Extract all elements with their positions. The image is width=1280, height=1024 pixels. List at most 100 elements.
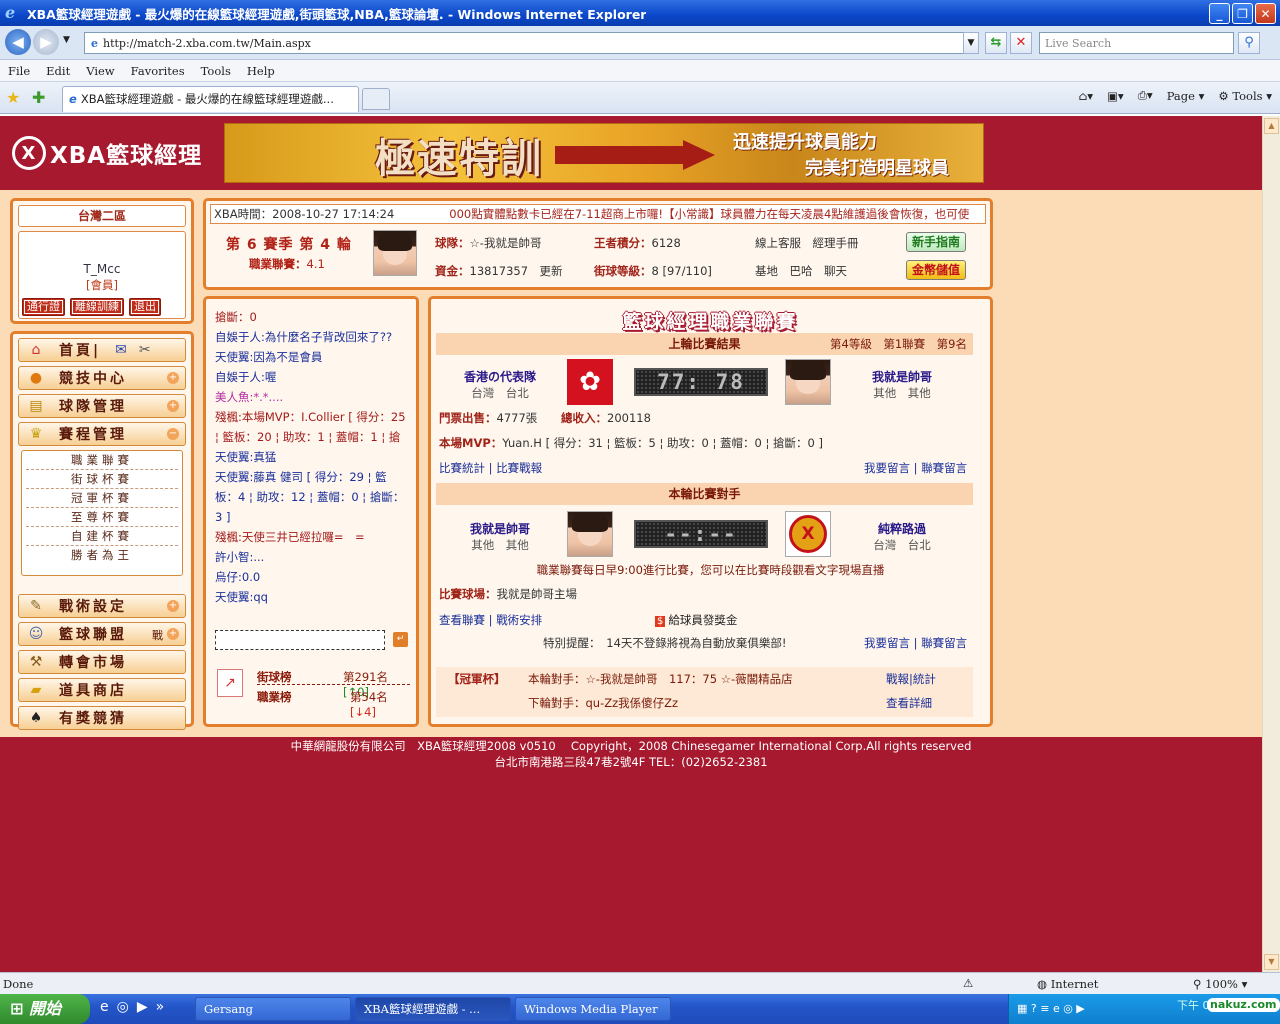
scroll-up-icon[interactable]: ▲ bbox=[1264, 118, 1279, 134]
tools-menu[interactable]: ⚙ Tools ▾ bbox=[1218, 89, 1272, 103]
menu-tools[interactable]: Tools bbox=[193, 64, 239, 78]
home-team-name[interactable]: 香港の代表隊 bbox=[445, 368, 555, 385]
news-marquee[interactable]: 000點實體點數卡已經在7-11超商上市囉!【小常識】球員體力在每天凌晨4點維護… bbox=[449, 207, 969, 221]
minimize-button[interactable]: _ bbox=[1209, 3, 1230, 24]
tray-icons[interactable]: ▦ ? ≡ e ◎ ▶ bbox=[1017, 994, 1085, 1024]
submenu-street-cup[interactable]: 街球杯賽 bbox=[26, 470, 178, 489]
site-logo[interactable]: X XBA籃球經理 bbox=[12, 136, 207, 170]
feeds-icon[interactable]: ▣▾ bbox=[1107, 89, 1124, 103]
taskbar-item-gersang[interactable]: Gersang bbox=[195, 997, 351, 1021]
update-link[interactable]: 更新 bbox=[540, 264, 563, 278]
match-report-link[interactable]: 比賽戰報 bbox=[496, 461, 542, 475]
bahamut-link[interactable]: 巴哈 bbox=[790, 264, 813, 278]
favorites-star-icon[interactable]: ★ bbox=[6, 88, 20, 107]
opponent-logo: X bbox=[785, 511, 831, 557]
menu-help[interactable]: Help bbox=[239, 64, 283, 78]
quicklaunch-icon-2[interactable]: ◎ bbox=[117, 999, 129, 1015]
protected-mode-icon[interactable]: ⚠ bbox=[963, 976, 973, 990]
scroll-down-icon[interactable]: ▼ bbox=[1264, 954, 1279, 970]
chat-input[interactable] bbox=[215, 630, 385, 650]
submenu-champion-cup[interactable]: 冠軍杯賽 bbox=[26, 489, 178, 508]
nav-alliance[interactable]: ☺ 籃球聯盟戰 + bbox=[18, 622, 186, 646]
chat-message: 天使翼:因為不是會員 bbox=[215, 350, 323, 364]
leave-message-link-2[interactable]: 我要留言 bbox=[864, 636, 910, 650]
chat-link[interactable]: 聊天 bbox=[824, 264, 847, 278]
league-message-link[interactable]: 聯賽留言 bbox=[921, 461, 967, 475]
address-dropdown-icon[interactable]: ▼ bbox=[963, 32, 979, 54]
cs-link[interactable]: 線上客服 bbox=[755, 236, 801, 250]
cup-detail-link[interactable]: 查看詳細 bbox=[886, 695, 932, 711]
logout-button[interactable]: 退出 bbox=[129, 298, 161, 316]
next-home-team-name[interactable]: 我就是帥哥 bbox=[445, 520, 555, 537]
search-input[interactable]: Live Search bbox=[1039, 32, 1234, 54]
start-button[interactable]: ⊞ 開始 bbox=[0, 994, 90, 1024]
ticket-sales: 門票出售：4777張 bbox=[439, 411, 538, 425]
home-icon[interactable]: ⌂▾ bbox=[1079, 89, 1094, 103]
vertical-scrollbar[interactable]: ▲ ▼ bbox=[1262, 116, 1280, 972]
maximize-button[interactable]: ❐ bbox=[1232, 3, 1253, 24]
gold-topup-button[interactable]: 金幣儲值 bbox=[906, 260, 966, 280]
submenu-custom-cup[interactable]: 自建杯賽 bbox=[26, 527, 178, 546]
media-quicklaunch-icon[interactable]: ▶ bbox=[137, 999, 148, 1015]
base-link[interactable]: 基地 bbox=[755, 264, 778, 278]
menu-view[interactable]: View bbox=[78, 64, 122, 78]
stop-icon[interactable]: ✕ bbox=[1010, 32, 1032, 54]
nav-transfer[interactable]: ⚒ 轉會市場 bbox=[18, 650, 186, 674]
street-rank-label[interactable]: 街球榜 bbox=[257, 669, 292, 685]
league-message-link-2[interactable]: 聯賽留言 bbox=[921, 636, 967, 650]
offline-training-button[interactable]: 離線訓練 bbox=[70, 298, 124, 316]
nav-home[interactable]: ⌂ 首頁| ✉ ✂ bbox=[18, 338, 186, 362]
cup-links: 戰報|統計 bbox=[886, 672, 936, 686]
address-field[interactable]: e http://match-2.xba.com.tw/Main.aspx bbox=[84, 32, 979, 54]
search-icon[interactable]: ⚲ bbox=[1238, 32, 1260, 54]
back-button[interactable]: ◀ bbox=[5, 29, 31, 55]
bonus-link[interactable]: $ 給球員發獎金 bbox=[655, 612, 737, 628]
next-away-team-name[interactable]: 純粹路過 bbox=[847, 520, 957, 537]
page-menu[interactable]: Page ▾ bbox=[1167, 89, 1205, 103]
history-dropdown-icon[interactable]: ▼ bbox=[63, 35, 70, 45]
promo-banner[interactable]: 極速特訓 迅速提升球員能力 完美打造明星球員 bbox=[224, 123, 984, 183]
close-button[interactable]: ✕ bbox=[1255, 3, 1276, 24]
nav-tactics[interactable]: ✎ 戰術設定 + bbox=[18, 594, 186, 618]
leave-message-link[interactable]: 我要留言 bbox=[864, 461, 910, 475]
menu-edit[interactable]: Edit bbox=[38, 64, 78, 78]
tactic-link[interactable]: 戰術安排 bbox=[496, 613, 542, 627]
nav-arena[interactable]: ● 競技中心 + bbox=[18, 366, 186, 390]
submenu-supreme-cup[interactable]: 至尊杯賽 bbox=[26, 508, 178, 527]
submenu-winner[interactable]: 勝者為王 bbox=[26, 546, 178, 565]
browser-tab[interactable]: e XBA籃球經理遊戲 - 最火爆的在線籃球經理遊戲... bbox=[62, 86, 359, 112]
print-icon[interactable]: ⎙▾ bbox=[1138, 88, 1153, 103]
nav-schedule[interactable]: ♛ 賽程管理 − bbox=[18, 422, 186, 446]
cup-report-link[interactable]: 戰報 bbox=[886, 672, 909, 686]
pro-rank-label[interactable]: 職業榜 bbox=[257, 689, 292, 705]
menu-favorites[interactable]: Favorites bbox=[123, 64, 193, 78]
nav-quiz[interactable]: ♠ 有獎競猜 bbox=[18, 706, 186, 730]
username[interactable]: T_Mcc bbox=[19, 262, 185, 276]
refresh-icon[interactable]: ⇆ bbox=[985, 32, 1007, 54]
ie-quicklaunch-icon[interactable]: e bbox=[100, 999, 109, 1015]
away-team-name[interactable]: 我就是帥哥 bbox=[847, 368, 957, 385]
quicklaunch-expand-icon[interactable]: » bbox=[156, 999, 165, 1015]
taskbar-item-ie[interactable]: XBA籃球經理遊戲 - ... bbox=[355, 997, 511, 1021]
tools-cross-icon[interactable]: ✂ bbox=[139, 342, 151, 358]
mail-icon[interactable]: ✉ bbox=[115, 342, 127, 358]
nav-team[interactable]: ▤ 球隊管理 + bbox=[18, 394, 186, 418]
submenu-pro-league[interactable]: 職業聯賽 bbox=[26, 451, 178, 470]
passport-button[interactable]: 通行證 bbox=[22, 298, 65, 316]
new-tab-button[interactable] bbox=[362, 88, 390, 110]
view-league-link[interactable]: 查看聯賽 bbox=[439, 613, 485, 627]
menu-file[interactable]: File bbox=[0, 64, 38, 78]
nav-shop[interactable]: ▰ 道具商店 bbox=[18, 678, 186, 702]
cup-stats-link[interactable]: 統計 bbox=[913, 672, 936, 686]
zoom-control[interactable]: ⚲ 100% ▾ bbox=[1193, 977, 1247, 991]
add-favorite-icon[interactable]: ✚ bbox=[32, 88, 45, 107]
rankings: ↗ 街球榜 第291名[↑0] 職業榜 第54名[↓4] bbox=[215, 667, 410, 719]
system-tray: ▦ ? ≡ e ◎ ▶ 下午 05:14 nakuz.com bbox=[1008, 994, 1280, 1024]
forward-button[interactable]: ▶ bbox=[33, 29, 59, 55]
newbie-guide-button[interactable]: 新手指南 bbox=[906, 232, 966, 252]
taskbar-item-wmp[interactable]: Windows Media Player bbox=[515, 997, 671, 1021]
match-stats-link[interactable]: 比賽統計 bbox=[439, 461, 485, 475]
chat-send-button[interactable]: ↵ bbox=[393, 632, 408, 647]
manual-link[interactable]: 經理手冊 bbox=[813, 236, 859, 250]
status-text: Done bbox=[3, 977, 34, 991]
